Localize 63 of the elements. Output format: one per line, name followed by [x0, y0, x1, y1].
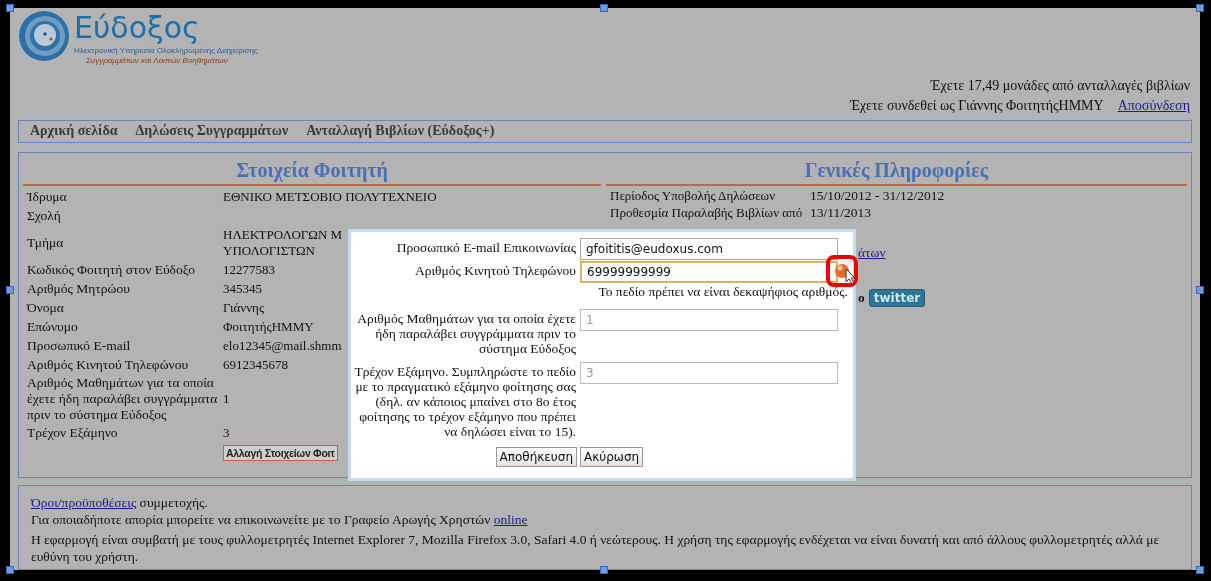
field-label: Αριθμός Κινητού Τηλεφώνου	[413, 262, 576, 278]
info-link[interactable]: άτων	[858, 244, 886, 261]
info-value: 15/10/2012 - 31/12/2012	[810, 187, 945, 204]
error-message: Το πεδίο πρέπει να είναι δεκαψήφιος αριθμός.	[597, 284, 848, 299]
field-label: Αριθμός Μαθημάτων για τα οποία έχετε ήδη παραλάβει συγγράμματα πριν το σύστημα Εύδοξος	[27, 374, 219, 423]
field-value: elo12345@mail.shmm	[223, 336, 342, 355]
field-label: Προσωπικό E-mail	[27, 336, 132, 355]
nav-link[interactable]: Ανταλλαγή Βιβλίων (Εύδοξος+)	[306, 123, 495, 140]
selection-handle[interactable]	[1196, 4, 1204, 12]
field-label: Επώνυμο	[27, 317, 79, 336]
field-label: Τρέχον Εξάμηνο	[27, 423, 119, 442]
field-label: Αριθμός Μαθημάτων για τα οποία έχετε ήδη παραλάβει συγγράμματα πριν το σύστημα Εύδοξος	[356, 310, 576, 356]
login-notice: Έχετε συνδεθεί ως Γιάννης ΦοιτητήςΗΜΜΥ	[850, 98, 1104, 114]
field-value: 12277583	[223, 260, 275, 279]
save-button[interactable]: Αποθήκευση	[495, 447, 577, 467]
edit-details-button[interactable]: Αλλαγή Στοιχείων Φοιτ	[223, 444, 338, 461]
terms-text: Όροι/προϋποθέσεις συμμετοχής.	[31, 494, 209, 511]
points-notice: Έχετε 17,49 μονάδες από ανταλλαγές βιβλίων	[930, 78, 1190, 94]
field-value: 1	[223, 389, 230, 408]
twitter-button[interactable]: twitter	[868, 288, 926, 307]
field-label: Κωδικός Φοιτητή στον Εύδοξο	[27, 260, 196, 279]
field-value: 3	[223, 423, 230, 442]
selection-handle[interactable]	[6, 286, 14, 294]
field-label: Ίδρυμα	[27, 187, 68, 206]
nav-link[interactable]: Αρχική σελίδα	[30, 123, 118, 140]
follow-text: ο	[858, 289, 865, 306]
field-label: Σχολή	[27, 206, 62, 225]
logout-link[interactable]: Αποσύνδεση	[1117, 98, 1190, 114]
panel-title: Στοιχεία Φοιτητή	[23, 152, 601, 186]
field-value: 345345	[223, 279, 262, 298]
field-value: ΗΛΕΚΤΡΟΛΟΓΩΝ Μ ΥΠΟΛΟΓΙΣΤΩΝ	[223, 226, 343, 259]
online-link[interactable]: online	[493, 512, 528, 527]
field-label: Προσωπικό E-mail Επικοινωνίας	[395, 239, 576, 255]
info-label: Περίοδος Υποβολής Δηλώσεων	[610, 187, 777, 204]
cancel-button[interactable]: Ακύρωση	[580, 447, 644, 467]
field-value: 6912345678	[223, 355, 288, 374]
field-label: Τμήμα	[27, 233, 65, 252]
field-value: ΕΘΝΙΚΟ ΜΕΤΣΟΒΙΟ ΠΟΛΥΤΕΧΝΕΙΟ	[223, 187, 437, 206]
field-label: Αριθμός Κινητού Τηλεφώνου	[27, 355, 190, 374]
field-value: ΦοιτητήςΗΜΜΥ	[223, 317, 314, 336]
selection-handle[interactable]	[6, 4, 14, 12]
terms-link[interactable]: Όροι/προϋποθέσεις	[31, 495, 137, 510]
field-value: Γιάννης	[223, 298, 265, 317]
compatibility-text: Η εφαρμογή είναι συμβατή με τους φυλλομετρητές Internet Explorer 7, Mozilla Firefox 3.0, Safari 4.0 ή νεώτερους. Η χρήση της εφαρμογής ενδέχεται να είναι δυνατή και από άλλους φυλλομετρητές αλλά με ευθύνη του χρήστη.	[31, 531, 1161, 565]
logo-title: Εύδοξος	[74, 10, 201, 46]
info-label: Προθεσμία Παραλαβής Βιβλίων από	[610, 204, 804, 221]
panel-title: Γενικές Πληροφορίες	[606, 152, 1187, 186]
selection-handle[interactable]	[1196, 566, 1204, 574]
help-text: Για οποιαδήποτε απορία μπορείτε να επικοινωνείτε με το Γραφείο Αρωγής Χρηστών online	[31, 511, 529, 528]
selection-handle[interactable]	[600, 566, 608, 574]
logo-subtitle: Συγγραμμάτων και Λοιπών Βοηθημάτων	[85, 56, 229, 66]
selection-handle[interactable]	[600, 4, 608, 12]
logo-subtitle: Ηλεκτρονική Υπηρεσία Ολοκληρωμένης Διαχείρισης	[74, 46, 258, 56]
input-field[interactable]: gfoititis@eudoxus.com	[580, 238, 838, 260]
info-value: 13/11/2013	[810, 204, 871, 221]
selection-handle[interactable]	[1196, 286, 1204, 294]
nav-link[interactable]: Δηλώσεις Συγγραμμάτων	[135, 123, 289, 140]
logo-icon	[18, 10, 70, 62]
field-label: Αριθμός Μητρώου	[27, 279, 131, 298]
selection-handle[interactable]	[6, 566, 14, 574]
field-label: Όνομα	[27, 298, 65, 317]
field-label: Τρέχον Εξάμηνο. Συμπληρώστε το πεδίο με το πραγματικό εξάμηνο φοίτησης σας (δηλ. αν κάποιος μπαίνει στο 8ο έτος φοίτησης το τρέχον εξάμηνο που πρέπει να δηλώσει είναι το 15).	[354, 363, 576, 439]
input-field[interactable]: 69999999999	[580, 261, 838, 283]
